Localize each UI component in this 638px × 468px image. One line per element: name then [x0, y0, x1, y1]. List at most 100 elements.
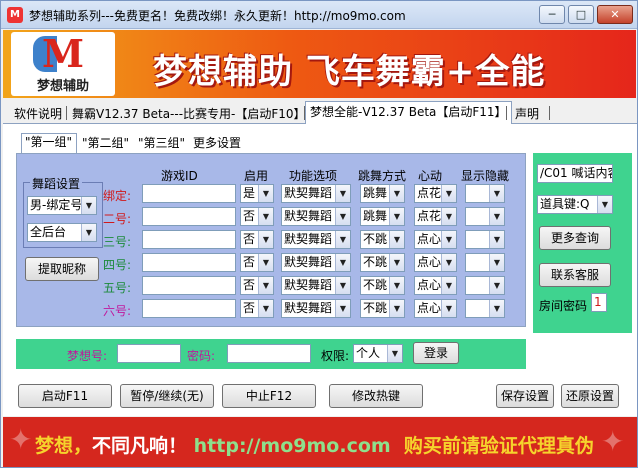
jump-select[interactable]: 不跳 ▼ [360, 253, 405, 272]
function-select[interactable]: 默契舞蹈 ▼ [281, 184, 351, 203]
chevron-down-icon: ▼ [441, 300, 456, 317]
jump-select[interactable]: 不跳 ▼ [360, 299, 405, 318]
main-tab-bar: 软件说明 舞霸V12.37 Beta---比赛专用-【启动F10】 梦想全能-V… [3, 101, 637, 125]
jump-select-value: 不跳 [363, 232, 388, 246]
dance-settings-legend: 舞蹈设置 [30, 175, 83, 192]
tab-more-settings[interactable]: 更多设置 [190, 135, 244, 153]
enable-select[interactable]: 否 ▼ [240, 276, 274, 295]
heart-select-value: 点心 [417, 232, 442, 246]
game-id-input[interactable] [142, 184, 236, 203]
contact-support-button[interactable]: 联系客服 [539, 263, 611, 287]
heart-select[interactable]: 点花 ▼ [414, 207, 457, 226]
function-select[interactable]: 默契舞蹈 ▼ [281, 207, 351, 226]
maximize-button[interactable]: □ [568, 5, 594, 24]
game-id-input[interactable] [142, 276, 236, 295]
tab-statement[interactable]: 声明 [510, 103, 544, 124]
enable-select[interactable]: 否 ▼ [240, 253, 274, 272]
logo-text: 梦想辅助 [36, 79, 89, 94]
dance-mode-select[interactable]: 男-绑定号 ▼ [27, 196, 97, 215]
dance-mode-value: 男-绑定号 [30, 198, 83, 212]
heart-select[interactable]: 点心 ▼ [414, 230, 457, 249]
restore-settings-button[interactable]: 还原设置 [561, 384, 619, 408]
start-button[interactable]: 启动F11 [18, 384, 112, 408]
heart-select[interactable]: 点花 ▼ [414, 184, 457, 203]
col-header-game-id: 游戏ID [161, 169, 198, 183]
chevron-down-icon: ▼ [389, 208, 404, 225]
jump-select[interactable]: 不跳 ▼ [360, 230, 405, 249]
permission-select[interactable]: 个人 ▼ [353, 344, 403, 363]
show-hide-select[interactable]: ▼ [465, 253, 505, 272]
login-button[interactable]: 登录 [413, 342, 459, 364]
close-button[interactable]: ✕ [597, 5, 633, 24]
run-mode-select[interactable]: 全后台 ▼ [27, 223, 97, 242]
enable-select[interactable]: 否 ▼ [240, 230, 274, 249]
tab-group-3[interactable]: "第三组" [135, 135, 188, 153]
heart-select[interactable]: 点心 ▼ [414, 253, 457, 272]
footer-part-2: 不同凡响！ [92, 435, 188, 457]
prop-key-select[interactable]: 道具键:Q ▼ [537, 195, 613, 214]
jump-select[interactable]: 跳舞 ▼ [360, 207, 405, 226]
row-label: 三号: [103, 235, 132, 249]
col-header-enable: 启用 [244, 169, 269, 183]
tab-group-1[interactable]: "第一组" [21, 133, 77, 154]
minimize-button[interactable]: ─ [539, 5, 565, 24]
chat-input[interactable]: /C01 喊话内容 [537, 164, 613, 183]
fetch-nickname-button[interactable]: 提取昵称 [25, 257, 99, 281]
permission-value: 个人 [356, 346, 381, 360]
pause-resume-button[interactable]: 暂停/继续(无) [120, 384, 214, 408]
title-bar[interactable]: M 梦想辅助系列---免费更名！免费改绑！永久更新！http://mo9mo.c… [1, 1, 637, 29]
heart-select[interactable]: 点心 ▼ [414, 276, 457, 295]
game-id-input[interactable] [142, 230, 236, 249]
chevron-down-icon: ▼ [258, 231, 273, 248]
function-select[interactable]: 默契舞蹈 ▼ [281, 253, 351, 272]
room-password-input[interactable]: 1 [591, 293, 607, 312]
heart-select-value: 点花 [417, 186, 442, 200]
enable-select-value: 否 [243, 255, 256, 269]
stop-button[interactable]: 中止F12 [222, 384, 316, 408]
function-select[interactable]: 默契舞蹈 ▼ [281, 230, 351, 249]
function-select-value: 默契舞蹈 [284, 278, 333, 292]
main-window: M 梦想辅助系列---免费更名！免费改绑！永久更新！http://mo9mo.c… [0, 0, 638, 468]
chevron-down-icon: ▼ [389, 277, 404, 294]
show-hide-select[interactable]: ▼ [465, 207, 505, 226]
password-label: 密码: [187, 349, 216, 363]
account-input[interactable] [117, 344, 181, 363]
show-hide-select[interactable]: ▼ [465, 299, 505, 318]
header-banner: M 梦想辅助 梦想辅助 飞车舞霸+全能 [3, 30, 636, 98]
game-id-input[interactable] [142, 253, 236, 272]
chevron-down-icon: ▼ [489, 185, 504, 202]
row-label: 绑定: [103, 189, 132, 203]
footer-url[interactable]: http://mo9mo.com [194, 435, 391, 457]
game-id-input[interactable] [142, 299, 236, 318]
function-select[interactable]: 默契舞蹈 ▼ [281, 299, 351, 318]
edit-hotkey-button[interactable]: 修改热键 [329, 384, 423, 408]
footer-part-1: 梦想， [35, 435, 93, 457]
tab-group-2[interactable]: "第二组" [79, 135, 132, 153]
jump-select[interactable]: 不跳 ▼ [360, 276, 405, 295]
enable-select[interactable]: 否 ▼ [240, 207, 274, 226]
password-input[interactable] [227, 344, 311, 363]
heart-select[interactable]: 点心 ▼ [414, 299, 457, 318]
enable-select[interactable]: 是 ▼ [240, 184, 274, 203]
tab-software-info[interactable]: 软件说明 [9, 103, 67, 124]
chevron-down-icon: ▼ [335, 208, 350, 225]
function-select[interactable]: 默契舞蹈 ▼ [281, 276, 351, 295]
show-hide-select[interactable]: ▼ [465, 184, 505, 203]
game-id-input[interactable] [142, 207, 236, 226]
tab-all-in-one[interactable]: 梦想全能-V12.37 Beta【启动F11】 [305, 101, 512, 125]
show-hide-select[interactable]: ▼ [465, 276, 505, 295]
heart-select-value: 点心 [417, 255, 442, 269]
tab-separator [549, 106, 550, 120]
enable-select[interactable]: 否 ▼ [240, 299, 274, 318]
save-settings-button[interactable]: 保存设置 [496, 384, 554, 408]
footer-slogan: 梦想，不同凡响！ http://mo9mo.com 购买前请验证代理真伪 [35, 431, 594, 458]
col-header-heart: 心动 [418, 169, 443, 183]
chevron-down-icon: ▼ [489, 277, 504, 294]
col-header-function: 功能选项 [289, 169, 338, 183]
tab-dance-master[interactable]: 舞霸V12.37 Beta---比赛专用-【启动F10】 [67, 103, 311, 124]
jump-select-value: 不跳 [363, 301, 388, 315]
jump-select-value: 跳舞 [363, 209, 388, 223]
more-query-button[interactable]: 更多查询 [539, 226, 611, 250]
show-hide-select[interactable]: ▼ [465, 230, 505, 249]
jump-select[interactable]: 跳舞 ▼ [360, 184, 405, 203]
